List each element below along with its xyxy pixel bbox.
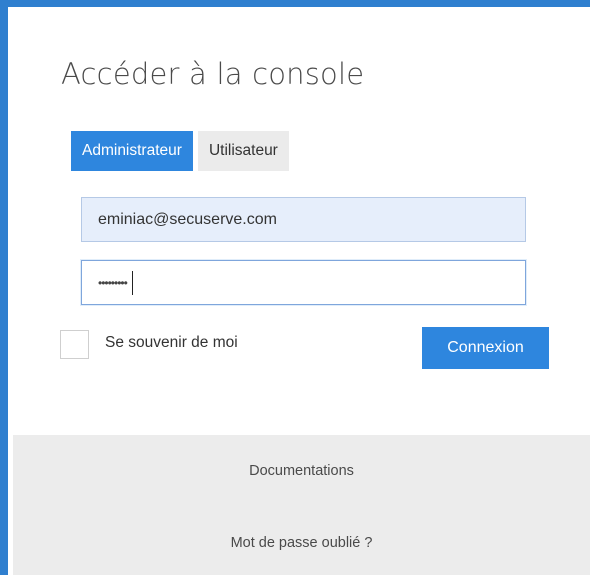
tab-administrateur[interactable]: Administrateur [71,131,193,171]
remember-me-checkbox[interactable] [60,330,89,359]
email-value: eminiac@secuserve.com [98,210,277,228]
email-field[interactable]: eminiac@secuserve.com [81,197,526,242]
tab-utilisateur[interactable]: Utilisateur [197,131,289,171]
password-masked-value: ••••••••• [98,275,128,290]
forgot-password-link[interactable]: Mot de passe oublié ? [13,535,590,551]
login-panel: Accéder à la console Administrateur Util… [13,7,590,575]
role-tabs: Administrateur Utilisateur [71,131,289,171]
window-edge-left [0,0,8,575]
page-title: Accéder à la console [61,57,365,91]
text-caret [131,270,133,295]
password-field[interactable]: ••••••••• [81,260,526,305]
login-window: Accéder à la console Administrateur Util… [0,0,590,575]
footer-links: Documentations Mot de passe oublié ? [13,435,590,575]
window-edge-top [0,0,590,7]
login-button[interactable]: Connexion [422,327,549,369]
remember-me-label: Se souvenir de moi [105,334,238,351]
documentation-link[interactable]: Documentations [13,463,590,479]
